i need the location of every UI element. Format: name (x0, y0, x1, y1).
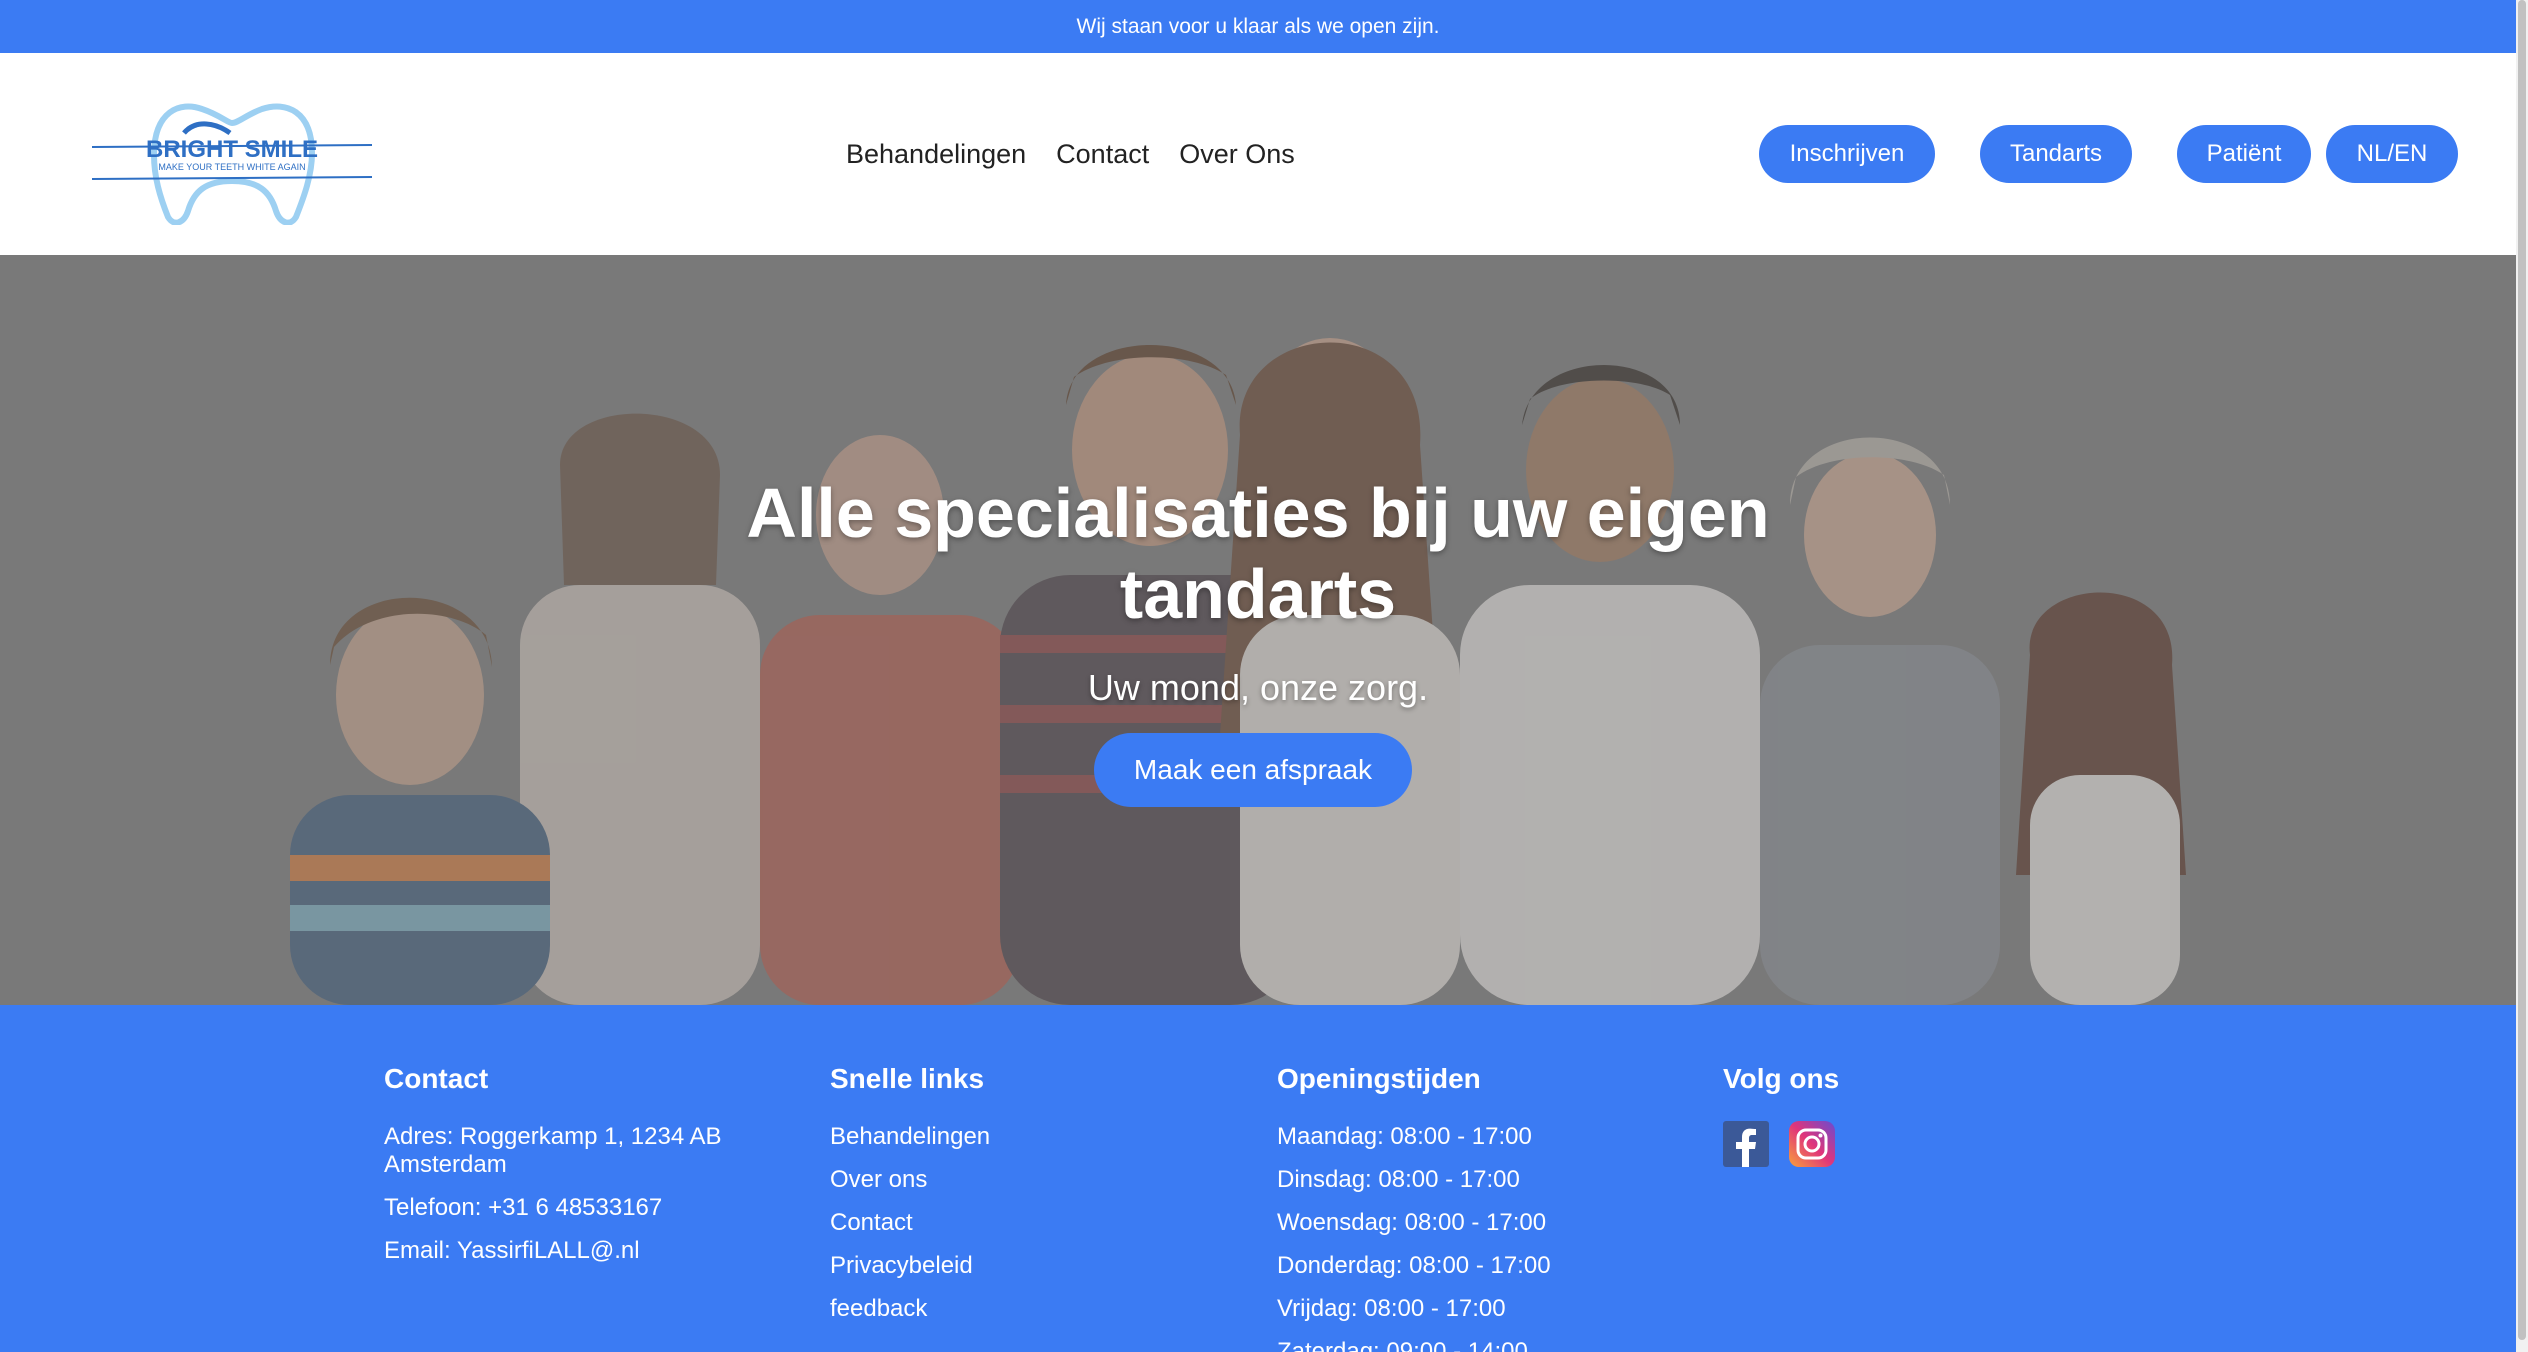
announcement-text: Wij staan voor u klaar als we open zijn. (1076, 14, 1440, 38)
hero-tagline: Uw mond, onze zorg. (1087, 667, 1429, 708)
bright-smile-logo[interactable]: BRIGHT SMILE MAKE YOUR TEETH WHITE AGAIN (92, 93, 372, 225)
footer-social-column: Volg ons (1723, 1063, 2123, 1167)
logo-name: BRIGHT SMILE (146, 136, 318, 163)
footer-phone: Telefoon: +31 6 48533167 (384, 1194, 663, 1221)
footer-link-over-ons[interactable]: Over ons (830, 1166, 1230, 1194)
dentist-button[interactable]: Tandarts (1980, 125, 2132, 183)
instagram-icon[interactable] (1789, 1121, 1835, 1167)
nav-contact[interactable]: Contact (1056, 139, 1149, 170)
hours-thursday: Donderdag: 08:00 - 17:00 (1277, 1252, 1551, 1279)
footer-social-heading: Volg ons (1723, 1063, 1840, 1094)
language-toggle-button[interactable]: NL/EN (2326, 125, 2458, 183)
footer-contact-column: Contact Adres: Roggerkamp 1, 1234 AB Ams… (384, 1063, 784, 1280)
site-footer: Contact Adres: Roggerkamp 1, 1234 AB Ams… (0, 1005, 2516, 1352)
nav-behandelingen[interactable]: Behandelingen (846, 139, 1026, 170)
hero-title: Alle specialisaties bij uw eigen tandart… (746, 474, 1770, 633)
footer-link-contact[interactable]: Contact (830, 1209, 1230, 1237)
footer-link-privacybeleid[interactable]: Privacybeleid (830, 1252, 1230, 1280)
footer-link-behandelingen[interactable]: Behandelingen (830, 1123, 1230, 1151)
hours-monday: Maandag: 08:00 - 17:00 (1277, 1123, 1532, 1150)
site-header: BRIGHT SMILE MAKE YOUR TEETH WHITE AGAIN… (0, 53, 2516, 255)
footer-hours-column: Openingstijden Maandag: 08:00 - 17:00 Di… (1277, 1063, 1677, 1352)
logo-slogan: MAKE YOUR TEETH WHITE AGAIN (158, 162, 305, 172)
hero-section: Alle specialisaties bij uw eigen tandart… (0, 255, 2516, 1005)
footer-hours-heading: Openingstijden (1277, 1063, 1481, 1094)
patient-button[interactable]: Patiënt (2177, 125, 2311, 183)
footer-quick-links-heading: Snelle links (830, 1063, 985, 1094)
announcement-bar: Wij staan voor u klaar als we open zijn. (0, 0, 2516, 53)
facebook-icon[interactable] (1723, 1121, 1769, 1167)
hours-saturday: Zaterdag: 09:00 - 14:00 (1277, 1338, 1528, 1352)
footer-quick-links-column: Snelle links Behandelingen Over ons Cont… (830, 1063, 1230, 1338)
scrollbar-thumb[interactable] (2518, 0, 2526, 1340)
footer-contact-heading: Contact (384, 1063, 489, 1094)
nav-over-ons[interactable]: Over Ons (1179, 139, 1295, 170)
page-scrollbar[interactable] (2516, 0, 2528, 1352)
hours-tuesday: Dinsdag: 08:00 - 17:00 (1277, 1166, 1520, 1193)
footer-link-feedback[interactable]: feedback (830, 1295, 1230, 1323)
hours-friday: Vrijdag: 08:00 - 17:00 (1277, 1295, 1506, 1322)
hours-wednesday: Woensdag: 08:00 - 17:00 (1277, 1209, 1547, 1236)
main-nav: Behandelingen Contact Over Ons (846, 53, 1295, 255)
make-appointment-button[interactable]: Maak een afspraak (1094, 733, 1412, 807)
footer-address: Adres: Roggerkamp 1, 1234 AB Amsterdam (384, 1123, 722, 1178)
footer-email: Email: YassirfiLALL@.nl (384, 1237, 640, 1264)
signup-button[interactable]: Inschrijven (1759, 125, 1935, 183)
